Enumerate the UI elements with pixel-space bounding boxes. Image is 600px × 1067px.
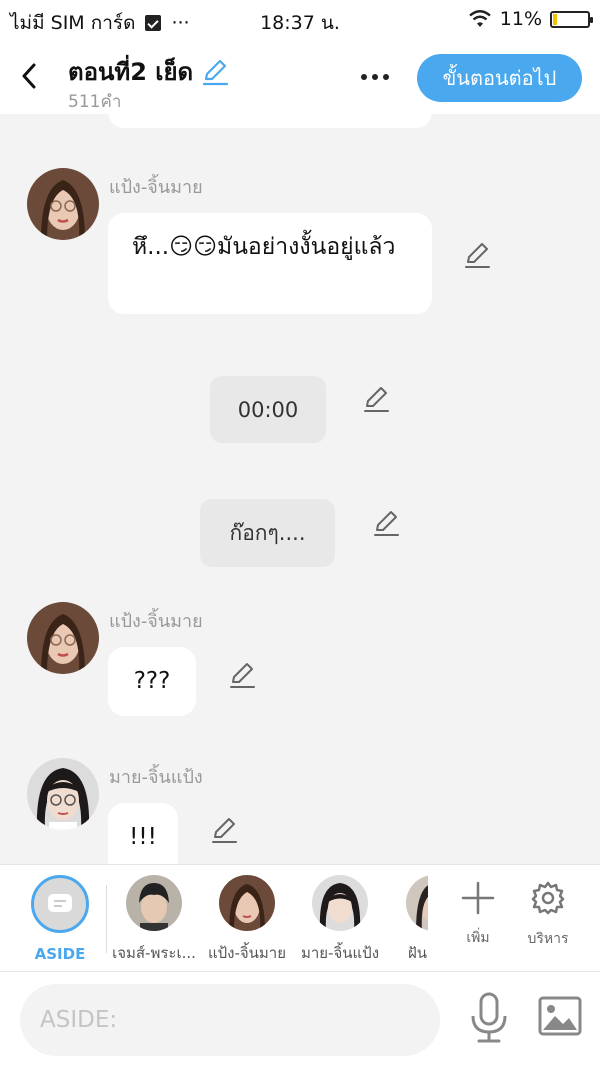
episode-title-group[interactable]: ตอนที่2 เย็ด xyxy=(68,52,229,91)
previous-message-bubble[interactable] xyxy=(108,114,432,128)
character-paeng[interactable]: แป้ง-จิ้นมาย xyxy=(197,875,297,965)
character-label: ASIDE xyxy=(34,945,86,963)
more-dot xyxy=(383,74,389,80)
chevron-left-icon xyxy=(22,63,36,89)
edit-icon[interactable] xyxy=(372,509,400,537)
clock: 18:37 น. xyxy=(260,12,340,34)
episode-title: ตอนที่2 เย็ด xyxy=(68,58,194,86)
add-label: เพิ่ม xyxy=(466,930,490,946)
battery-icon xyxy=(550,10,593,28)
battery-percent: 11% xyxy=(499,8,542,30)
character-aside[interactable]: ASIDE xyxy=(10,875,110,963)
speaker-name: แป้ง-จิ้นมาย xyxy=(109,611,203,632)
speaker-name: แป้ง-จิ้นมาย xyxy=(109,177,203,198)
chat-bubble-icon xyxy=(48,894,72,912)
input-bar: ASIDE: xyxy=(0,972,600,1067)
character-fan[interactable]: ฝัน xyxy=(380,875,428,965)
message-bubble[interactable]: หึ...😏😏มันอย่างงั้นอยู่แล้ว xyxy=(108,213,432,314)
manage-label: บริหาร xyxy=(527,931,569,947)
next-step-button[interactable]: ขั้นตอนต่อไป xyxy=(417,54,582,102)
chat-area: แป้ง-จิ้นมาย หึ...😏😏มันอย่างงั้นอยู่แล้ว… xyxy=(0,114,600,864)
character-james[interactable]: เจมส์-พระเ... xyxy=(104,875,204,965)
word-count: 511คำ xyxy=(68,92,122,112)
message-bubble[interactable]: ??? xyxy=(108,647,196,716)
battery-fill xyxy=(553,13,557,25)
edit-icon[interactable] xyxy=(228,661,256,689)
edit-title-icon[interactable] xyxy=(201,58,229,86)
avatar-paeng xyxy=(219,875,275,931)
character-label: เจมส์-พระเ... xyxy=(112,944,196,962)
edit-icon[interactable] xyxy=(362,385,390,413)
message-text: หึ...😏😏มันอย่างงั้นอยู่แล้ว xyxy=(132,234,396,260)
plus-icon xyxy=(461,881,495,915)
more-options-button[interactable] xyxy=(355,62,395,92)
back-button[interactable] xyxy=(14,58,44,94)
narration-bubble[interactable]: 00:00 xyxy=(210,376,326,443)
top-bar: ตอนที่2 เย็ด 511คำ ขั้นตอนต่อไป xyxy=(0,40,600,114)
gear-icon xyxy=(531,881,565,915)
character-mai[interactable]: มาย-จิ้นแป้ง xyxy=(290,875,390,965)
aside-avatar xyxy=(31,875,89,933)
wifi-icon xyxy=(468,10,491,27)
more-dot xyxy=(361,74,367,80)
avatar-paeng xyxy=(27,168,99,240)
speaker-name: มาย-จิ้นแป้ง xyxy=(109,767,203,788)
edit-icon[interactable] xyxy=(210,816,238,844)
status-bar: ไม่มี SIM การ์ด ··· 18:37 น. 11% xyxy=(0,0,600,40)
message-bubble[interactable]: !!! xyxy=(108,803,178,864)
narration-bubble[interactable]: ก๊อกๆ.... xyxy=(200,499,335,567)
narration-text: 00:00 xyxy=(237,397,299,422)
more-dot xyxy=(372,74,378,80)
avatar-mai xyxy=(312,875,368,931)
character-label: ฝัน xyxy=(408,944,428,962)
input-placeholder: ASIDE: xyxy=(40,1007,118,1033)
avatar-james xyxy=(126,875,182,931)
character-label: มาย-จิ้นแป้ง xyxy=(300,944,380,962)
add-character-button[interactable]: เพิ่ม xyxy=(446,877,510,949)
avatar-fan xyxy=(406,875,428,931)
character-label: แป้ง-จิ้นมาย xyxy=(207,944,287,962)
narration-text: ก๊อกๆ.... xyxy=(229,520,306,545)
avatar-mai xyxy=(27,758,99,830)
edit-icon[interactable] xyxy=(463,241,491,269)
manage-button[interactable]: บริหาร xyxy=(516,877,580,950)
character-selector: ASIDE เจมส์-พระเ... แป้ง-จิ้นมาย มาย-จิ้… xyxy=(0,864,600,972)
message-input[interactable]: ASIDE: xyxy=(20,984,440,1056)
avatar-paeng xyxy=(27,602,99,674)
message-text: ??? xyxy=(133,668,171,694)
microphone-icon[interactable] xyxy=(468,992,510,1044)
image-icon[interactable] xyxy=(538,996,582,1036)
message-text: !!! xyxy=(129,824,157,850)
